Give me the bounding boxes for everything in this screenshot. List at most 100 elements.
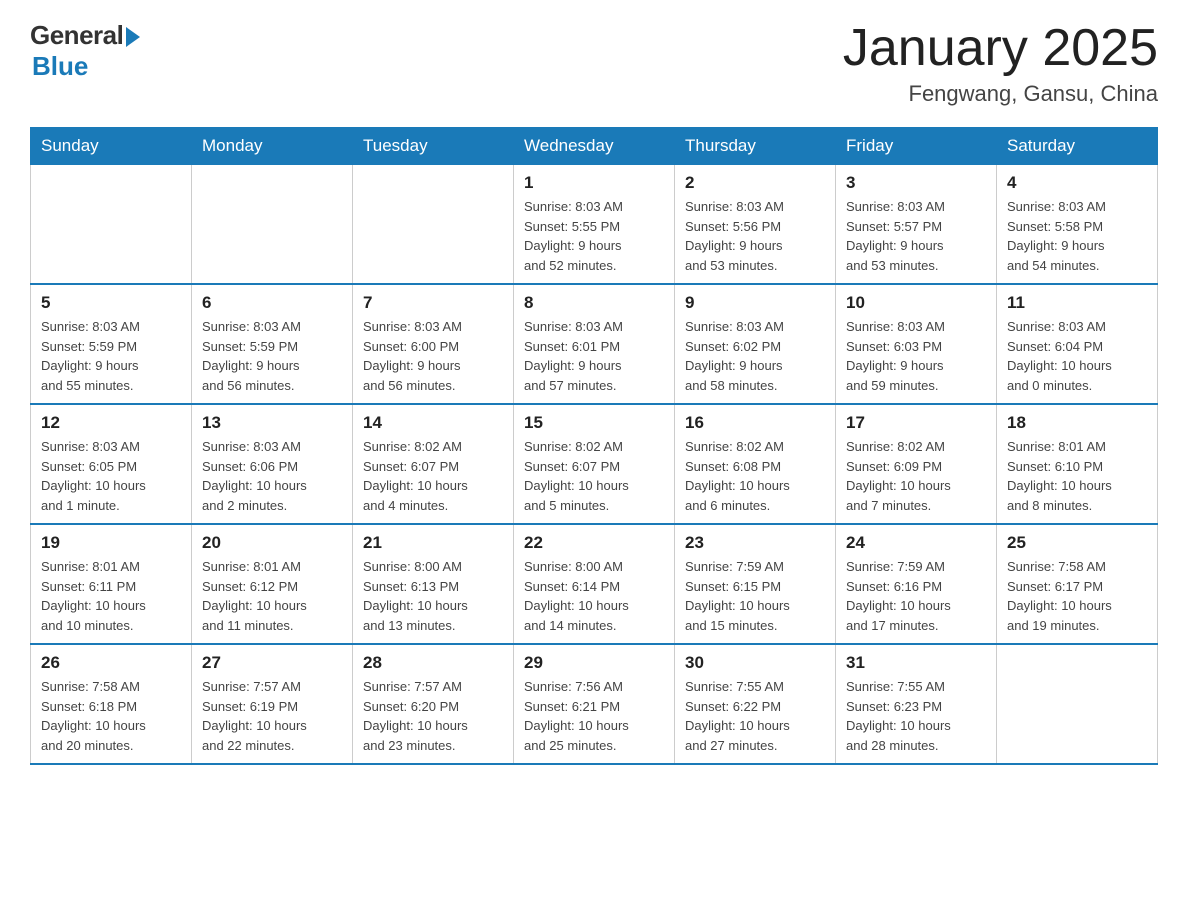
calendar-cell — [192, 165, 353, 285]
day-info: Sunrise: 8:03 AM Sunset: 6:05 PM Dayligh… — [41, 437, 181, 515]
calendar-cell: 28 Sunrise: 7:57 AM Sunset: 6:20 PM Dayli… — [353, 644, 514, 764]
header-day-saturday: Saturday — [997, 128, 1158, 165]
calendar-cell: 31 Sunrise: 7:55 AM Sunset: 6:23 PM Dayli… — [836, 644, 997, 764]
calendar-cell: 23 Sunrise: 7:59 AM Sunset: 6:15 PM Dayli… — [675, 524, 836, 644]
day-info: Sunrise: 8:01 AM Sunset: 6:12 PM Dayligh… — [202, 557, 342, 635]
day-info: Sunrise: 8:02 AM Sunset: 6:07 PM Dayligh… — [524, 437, 664, 515]
day-info: Sunrise: 7:58 AM Sunset: 6:18 PM Dayligh… — [41, 677, 181, 755]
day-info: Sunrise: 8:03 AM Sunset: 6:00 PM Dayligh… — [363, 317, 503, 395]
day-number: 30 — [685, 653, 825, 673]
calendar-week-2: 5 Sunrise: 8:03 AM Sunset: 5:59 PM Daylig… — [31, 284, 1158, 404]
day-info: Sunrise: 7:56 AM Sunset: 6:21 PM Dayligh… — [524, 677, 664, 755]
calendar-cell: 1 Sunrise: 8:03 AM Sunset: 5:55 PM Daylig… — [514, 165, 675, 285]
calendar-cell: 26 Sunrise: 7:58 AM Sunset: 6:18 PM Dayli… — [31, 644, 192, 764]
day-info: Sunrise: 7:59 AM Sunset: 6:16 PM Dayligh… — [846, 557, 986, 635]
calendar-cell: 13 Sunrise: 8:03 AM Sunset: 6:06 PM Dayli… — [192, 404, 353, 524]
day-info: Sunrise: 8:00 AM Sunset: 6:14 PM Dayligh… — [524, 557, 664, 635]
day-info: Sunrise: 8:01 AM Sunset: 6:11 PM Dayligh… — [41, 557, 181, 635]
day-number: 12 — [41, 413, 181, 433]
logo-blue-text: Blue — [32, 51, 88, 82]
day-number: 27 — [202, 653, 342, 673]
header-day-friday: Friday — [836, 128, 997, 165]
header-day-thursday: Thursday — [675, 128, 836, 165]
calendar-subtitle: Fengwang, Gansu, China — [843, 81, 1158, 107]
day-info: Sunrise: 8:03 AM Sunset: 6:06 PM Dayligh… — [202, 437, 342, 515]
day-info: Sunrise: 8:03 AM Sunset: 6:03 PM Dayligh… — [846, 317, 986, 395]
day-info: Sunrise: 7:57 AM Sunset: 6:20 PM Dayligh… — [363, 677, 503, 755]
day-number: 20 — [202, 533, 342, 553]
day-number: 6 — [202, 293, 342, 313]
day-number: 2 — [685, 173, 825, 193]
day-number: 23 — [685, 533, 825, 553]
calendar-cell: 9 Sunrise: 8:03 AM Sunset: 6:02 PM Daylig… — [675, 284, 836, 404]
header-day-monday: Monday — [192, 128, 353, 165]
calendar-cell: 4 Sunrise: 8:03 AM Sunset: 5:58 PM Daylig… — [997, 165, 1158, 285]
calendar-cell: 24Sunrise: 7:59 AM Sunset: 6:16 PM Dayli… — [836, 524, 997, 644]
calendar-cell: 11 Sunrise: 8:03 AM Sunset: 6:04 PM Dayli… — [997, 284, 1158, 404]
calendar-cell: 6 Sunrise: 8:03 AM Sunset: 5:59 PM Daylig… — [192, 284, 353, 404]
calendar-header-row: SundayMondayTuesdayWednesdayThursdayFrid… — [31, 128, 1158, 165]
calendar-cell — [353, 165, 514, 285]
day-info: Sunrise: 8:03 AM Sunset: 5:59 PM Dayligh… — [202, 317, 342, 395]
calendar-cell: 29Sunrise: 7:56 AM Sunset: 6:21 PM Dayli… — [514, 644, 675, 764]
day-number: 31 — [846, 653, 986, 673]
day-number: 3 — [846, 173, 986, 193]
day-info: Sunrise: 7:58 AM Sunset: 6:17 PM Dayligh… — [1007, 557, 1147, 635]
day-number: 25 — [1007, 533, 1147, 553]
calendar-table: SundayMondayTuesdayWednesdayThursdayFrid… — [30, 127, 1158, 765]
calendar-cell: 18Sunrise: 8:01 AM Sunset: 6:10 PM Dayli… — [997, 404, 1158, 524]
calendar-cell: 5Sunrise: 8:03 AM Sunset: 5:59 PM Daylig… — [31, 284, 192, 404]
calendar-cell: 20 Sunrise: 8:01 AM Sunset: 6:12 PM Dayli… — [192, 524, 353, 644]
logo: General Blue — [30, 20, 140, 82]
calendar-cell — [31, 165, 192, 285]
day-info: Sunrise: 8:03 AM Sunset: 6:02 PM Dayligh… — [685, 317, 825, 395]
day-info: Sunrise: 8:02 AM Sunset: 6:09 PM Dayligh… — [846, 437, 986, 515]
calendar-cell — [997, 644, 1158, 764]
calendar-week-1: 1 Sunrise: 8:03 AM Sunset: 5:55 PM Daylig… — [31, 165, 1158, 285]
day-info: Sunrise: 7:55 AM Sunset: 6:23 PM Dayligh… — [846, 677, 986, 755]
calendar-cell: 3Sunrise: 8:03 AM Sunset: 5:57 PM Daylig… — [836, 165, 997, 285]
day-number: 13 — [202, 413, 342, 433]
day-number: 21 — [363, 533, 503, 553]
day-number: 5 — [41, 293, 181, 313]
day-number: 9 — [685, 293, 825, 313]
day-info: Sunrise: 8:00 AM Sunset: 6:13 PM Dayligh… — [363, 557, 503, 635]
calendar-cell: 10 Sunrise: 8:03 AM Sunset: 6:03 PM Dayli… — [836, 284, 997, 404]
calendar-cell: 27Sunrise: 7:57 AM Sunset: 6:19 PM Dayli… — [192, 644, 353, 764]
day-info: Sunrise: 8:03 AM Sunset: 5:58 PM Dayligh… — [1007, 197, 1147, 275]
day-number: 28 — [363, 653, 503, 673]
logo-arrow-icon — [126, 27, 140, 47]
day-number: 17 — [846, 413, 986, 433]
day-number: 26 — [41, 653, 181, 673]
day-number: 19 — [41, 533, 181, 553]
day-info: Sunrise: 8:03 AM Sunset: 6:04 PM Dayligh… — [1007, 317, 1147, 395]
calendar-cell: 2 Sunrise: 8:03 AM Sunset: 5:56 PM Daylig… — [675, 165, 836, 285]
calendar-cell: 25 Sunrise: 7:58 AM Sunset: 6:17 PM Dayli… — [997, 524, 1158, 644]
day-number: 16 — [685, 413, 825, 433]
logo-general-text: General — [30, 20, 123, 51]
calendar-cell: 30 Sunrise: 7:55 AM Sunset: 6:22 PM Dayli… — [675, 644, 836, 764]
day-info: Sunrise: 8:03 AM Sunset: 5:55 PM Dayligh… — [524, 197, 664, 275]
day-number: 10 — [846, 293, 986, 313]
day-number: 11 — [1007, 293, 1147, 313]
day-info: Sunrise: 8:03 AM Sunset: 5:56 PM Dayligh… — [685, 197, 825, 275]
day-number: 7 — [363, 293, 503, 313]
calendar-cell: 8Sunrise: 8:03 AM Sunset: 6:01 PM Daylig… — [514, 284, 675, 404]
day-number: 15 — [524, 413, 664, 433]
calendar-cell: 12 Sunrise: 8:03 AM Sunset: 6:05 PM Dayli… — [31, 404, 192, 524]
calendar-title: January 2025 — [843, 20, 1158, 77]
header-day-sunday: Sunday — [31, 128, 192, 165]
day-info: Sunrise: 7:55 AM Sunset: 6:22 PM Dayligh… — [685, 677, 825, 755]
day-info: Sunrise: 8:02 AM Sunset: 6:07 PM Dayligh… — [363, 437, 503, 515]
calendar-cell: 7 Sunrise: 8:03 AM Sunset: 6:00 PM Daylig… — [353, 284, 514, 404]
calendar-week-4: 19 Sunrise: 8:01 AM Sunset: 6:11 PM Dayli… — [31, 524, 1158, 644]
calendar-cell: 22 Sunrise: 8:00 AM Sunset: 6:14 PM Dayli… — [514, 524, 675, 644]
day-info: Sunrise: 7:59 AM Sunset: 6:15 PM Dayligh… — [685, 557, 825, 635]
day-number: 22 — [524, 533, 664, 553]
day-info: Sunrise: 8:01 AM Sunset: 6:10 PM Dayligh… — [1007, 437, 1147, 515]
calendar-cell: 16Sunrise: 8:02 AM Sunset: 6:08 PM Dayli… — [675, 404, 836, 524]
day-number: 1 — [524, 173, 664, 193]
calendar-cell: 21 Sunrise: 8:00 AM Sunset: 6:13 PM Dayli… — [353, 524, 514, 644]
day-number: 4 — [1007, 173, 1147, 193]
calendar-cell: 19 Sunrise: 8:01 AM Sunset: 6:11 PM Dayli… — [31, 524, 192, 644]
